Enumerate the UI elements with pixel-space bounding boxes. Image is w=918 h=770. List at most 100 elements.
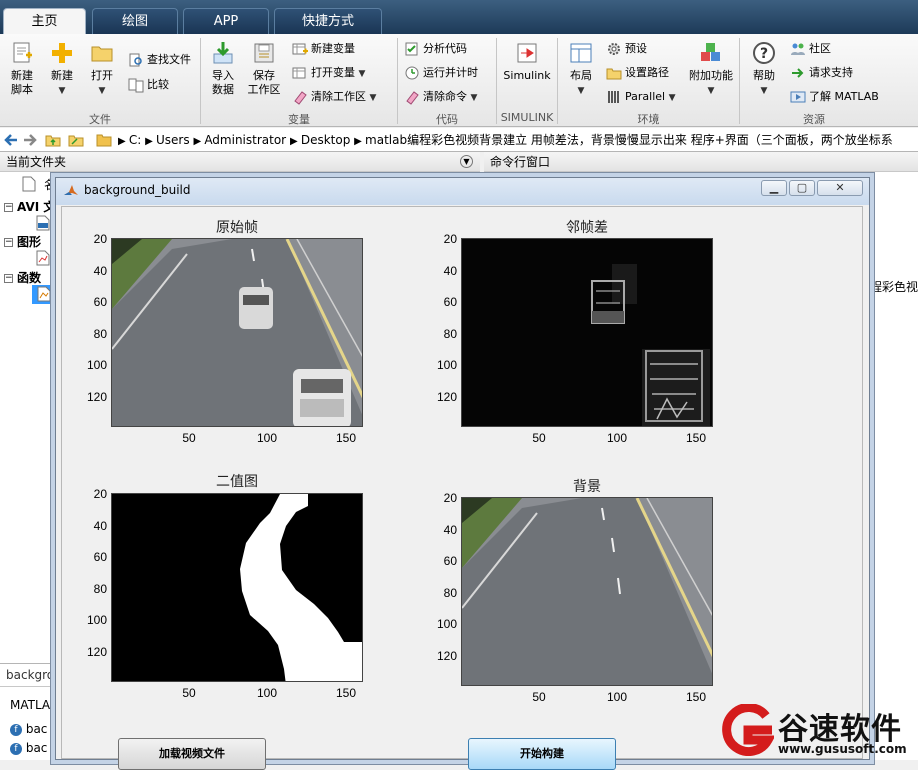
y-tick-label: 120 <box>86 645 107 659</box>
tab-shortcuts[interactable]: 快捷方式 <box>274 8 382 34</box>
browse-folder-icon[interactable] <box>68 132 84 148</box>
import-data-button[interactable]: 导入 数据 <box>203 40 243 110</box>
y-tick-label: 20 <box>93 232 107 246</box>
new-button[interactable]: 新建 ▼ <box>42 40 82 110</box>
clear-workspace-icon <box>294 91 307 105</box>
clear-commands-button[interactable]: 清除命令 ▼ <box>404 87 477 107</box>
plus-icon <box>52 43 72 63</box>
breadcrumb-item-users[interactable]: Users <box>156 133 190 147</box>
parallel-icon <box>608 91 619 103</box>
y-tick-label: 100 <box>86 613 107 627</box>
find-files-button[interactable]: 查找文件 <box>128 50 191 70</box>
save-workspace-button[interactable]: 保存 工作区 <box>244 40 284 110</box>
layout-icon <box>570 43 592 63</box>
main-tab-bar: 主页 绘图 APP 快捷方式 <box>0 0 918 34</box>
tree-group-figures[interactable]: − 图形 <box>4 234 41 250</box>
y-tick-label: 60 <box>443 554 457 568</box>
watermark: 谷速软件 www.gususoft.com <box>718 700 918 760</box>
open-variable-button[interactable]: 打开变量 ▼ <box>292 63 365 83</box>
up-folder-icon[interactable] <box>45 132 61 148</box>
figure-window: background_build ▁ ▢ ✕ 原始帧 20 40 60 80 1… <box>55 177 870 770</box>
axes-title-binary: 二值图 <box>216 474 258 490</box>
addons-button[interactable]: 附加功能 ▼ <box>688 40 734 110</box>
y-tick-label: 60 <box>443 295 457 309</box>
chevron-down-icon: ▼ <box>98 86 106 96</box>
compare-icon <box>128 78 144 93</box>
simulink-button[interactable]: Simulink <box>502 40 552 110</box>
detail-item[interactable]: f bac <box>10 722 47 736</box>
breadcrumb-item-administrator[interactable]: Administrator <box>204 133 286 147</box>
preferences-button[interactable]: 预设 <box>606 39 647 59</box>
run-and-time-button[interactable]: 运行并计时 <box>404 63 478 83</box>
breadcrumb-item-project[interactable]: matlab编程彩色视频背景建立 用帧差法，背景慢慢显示出来 程序+界面（三个面… <box>365 133 893 147</box>
selected-file-row[interactable] <box>32 285 56 304</box>
x-tick-label: 150 <box>685 690 707 704</box>
avi-file-icon[interactable] <box>36 215 50 231</box>
fig-file-icon[interactable] <box>36 250 50 266</box>
breadcrumb-item-desktop[interactable]: Desktop <box>301 133 351 147</box>
figure-titlebar[interactable]: background_build ▁ ▢ ✕ <box>56 178 869 205</box>
tab-plots[interactable]: 绘图 <box>92 8 178 34</box>
frame-diff-image <box>462 239 712 426</box>
tab-apps[interactable]: APP <box>183 8 269 34</box>
svg-text:?: ? <box>760 46 768 62</box>
new-variable-button[interactable]: 新建变量 <box>292 39 355 59</box>
axes-title-frame-diff: 邻帧差 <box>566 220 608 236</box>
request-support-button[interactable]: 请求支持 <box>790 63 853 83</box>
tree-group-avi[interactable]: − AVI 文 <box>4 199 55 215</box>
set-path-icon <box>606 68 622 80</box>
addons-icon <box>701 43 720 61</box>
chevron-down-icon: ▼ <box>707 86 715 96</box>
analyze-code-icon <box>405 42 418 56</box>
minimize-button[interactable]: ▁ <box>761 180 787 196</box>
help-button[interactable]: ? 帮助 ▼ <box>744 40 784 110</box>
y-tick-label: 80 <box>443 586 457 600</box>
close-button[interactable]: ✕ <box>817 180 863 196</box>
maximize-button[interactable]: ▢ <box>789 180 815 196</box>
x-tick-label: 50 <box>532 690 546 704</box>
folder-icon <box>91 46 113 62</box>
x-tick-label: 100 <box>606 431 628 445</box>
back-arrow-icon[interactable] <box>3 132 19 148</box>
open-variable-icon <box>292 67 306 79</box>
x-tick-label: 100 <box>606 690 628 704</box>
layout-button[interactable]: 布局 ▼ <box>561 40 601 110</box>
y-tick-label: 80 <box>93 327 107 341</box>
y-tick-label: 120 <box>86 390 107 404</box>
open-button[interactable]: 打开 ▼ <box>82 40 122 110</box>
divider <box>0 686 55 687</box>
analyze-code-button[interactable]: 分析代码 <box>404 39 467 59</box>
ribbon-toolbar: 新建 脚本 新建 ▼ 打开 ▼ 查找文件 比较 文件 导入 数据 保存 工作区 新建变量 … <box>0 34 918 127</box>
clear-commands-icon <box>406 91 419 105</box>
import-data-icon <box>213 42 233 64</box>
y-tick-label: 100 <box>436 617 457 631</box>
compare-button[interactable]: 比较 <box>128 75 169 95</box>
file-details-pane: backgro MATLA f bac f bac <box>0 663 55 760</box>
set-path-button[interactable]: 设置路径 <box>606 63 669 83</box>
detail-item[interactable]: f bac <box>10 741 47 755</box>
road-scene-image <box>112 239 362 426</box>
tree-group-functions[interactable]: − 函数 <box>4 270 41 286</box>
chevron-down-icon: ▼ <box>760 86 768 96</box>
address-bar: ▶ C: ▶ Users ▶ Administrator ▶ Desktop ▶… <box>0 128 918 152</box>
forward-arrow-icon[interactable] <box>22 132 38 148</box>
community-button[interactable]: 社区 <box>790 39 831 59</box>
y-tick-label: 60 <box>93 550 107 564</box>
start-build-button[interactable]: 开始构建 <box>468 738 616 770</box>
command-window-header: 命令行窗口 <box>484 152 918 172</box>
tab-home[interactable]: 主页 <box>3 8 86 34</box>
clear-workspace-button[interactable]: 清除工作区 ▼ <box>292 87 376 107</box>
parallel-button[interactable]: Parallel ▼ <box>606 87 676 107</box>
y-tick-label: 120 <box>436 649 457 663</box>
breadcrumb-item-drive[interactable]: C: <box>129 133 141 147</box>
matlab-logo-icon <box>64 185 78 195</box>
function-icon: f <box>10 723 22 736</box>
panel-menu-icon[interactable]: ▼ <box>460 155 473 168</box>
x-tick-label: 100 <box>256 431 278 445</box>
request-support-icon <box>792 68 804 78</box>
figure-title: background_build <box>84 183 191 197</box>
new-variable-icon <box>292 43 308 55</box>
learn-matlab-button[interactable]: 了解 MATLAB <box>790 87 879 107</box>
load-video-button[interactable]: 加载视频文件 <box>118 738 266 770</box>
new-script-button[interactable]: 新建 脚本 <box>2 40 42 110</box>
